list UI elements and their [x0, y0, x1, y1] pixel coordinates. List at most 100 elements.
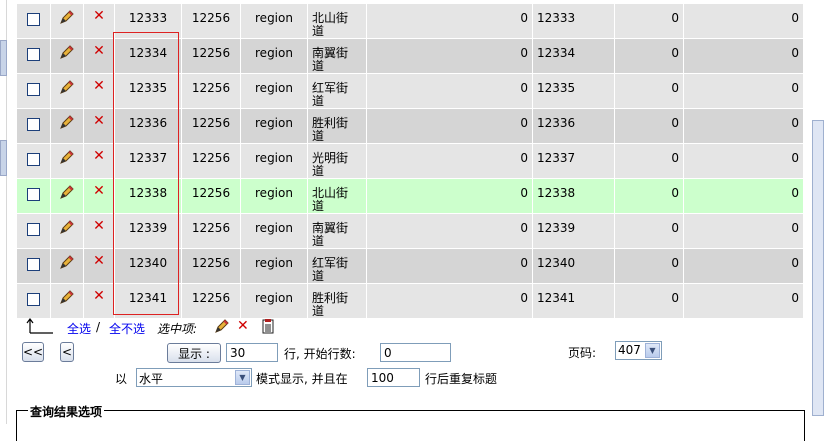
scrollbar-thumb[interactable]: [812, 120, 824, 416]
chevron-down-icon: ▼: [645, 343, 660, 358]
delete-cell: ✕: [83, 38, 115, 74]
edit-pencil-icon[interactable]: [59, 219, 75, 238]
show-button[interactable]: 显示 :: [167, 343, 221, 363]
row-checkbox[interactable]: [27, 188, 40, 201]
left-frame-tab[interactable]: [0, 40, 7, 76]
value-cell: 0: [614, 283, 684, 319]
row-checkbox-cell: [16, 108, 51, 144]
row-checkbox[interactable]: [27, 153, 40, 166]
row-checkbox[interactable]: [27, 258, 40, 271]
code-cell: 12335: [532, 73, 615, 109]
type-cell: region: [240, 38, 308, 74]
delete-icon[interactable]: ✕: [93, 218, 105, 234]
row-checkbox[interactable]: [27, 48, 40, 61]
parent-id-cell: 12256: [181, 248, 241, 284]
value-cell: 0: [683, 38, 804, 74]
name-text: 北山街道: [312, 186, 349, 213]
id-cell: 12333: [114, 3, 182, 39]
page-select-value: 407: [618, 343, 641, 357]
display-mode-value: 水平: [139, 372, 164, 386]
table-row: ✕ 12335 12256 region 红军街道 0 12335 0 0: [16, 73, 804, 109]
delete-icon[interactable]: ✕: [93, 148, 105, 164]
name-text: 南翼街道: [312, 221, 349, 248]
name-text: 胜利街道: [312, 291, 349, 318]
with-selected-label: 选中项:: [157, 322, 198, 336]
id-cell: 12341: [114, 283, 182, 319]
delete-icon[interactable]: ✕: [93, 78, 105, 94]
selection-separator: /: [96, 320, 101, 334]
edit-pencil-icon[interactable]: [59, 254, 75, 273]
row-checkbox[interactable]: [27, 83, 40, 96]
value-cell: 0: [683, 143, 804, 179]
edit-pencil-icon[interactable]: [59, 44, 75, 63]
repeat-header-input[interactable]: [367, 368, 420, 387]
value-cell: 0: [366, 108, 533, 144]
table-row: ✕ 12338 12256 region 北山街道 0 12338 0 0: [16, 178, 804, 214]
scrollbar-track[interactable]: [810, 0, 824, 424]
check-all-link[interactable]: 全选: [67, 320, 91, 337]
id-cell: 12340: [114, 248, 182, 284]
edit-pencil-icon[interactable]: [59, 184, 75, 203]
code-cell: 12341: [532, 283, 615, 319]
edit-pencil-icon[interactable]: [59, 9, 75, 28]
start-row-input[interactable]: [380, 343, 451, 362]
edit-cell: [50, 248, 84, 284]
row-checkbox-cell: [16, 3, 51, 39]
id-cell: 12337: [114, 143, 182, 179]
type-cell: region: [240, 178, 308, 214]
edit-pencil-icon[interactable]: [59, 114, 75, 133]
delete-icon[interactable]: ✕: [93, 183, 105, 199]
chevron-down-icon: ▼: [235, 370, 250, 385]
row-checkbox[interactable]: [27, 223, 40, 236]
export-selected-icon[interactable]: [260, 318, 276, 337]
code-cell: 12338: [532, 178, 615, 214]
value-cell: 0: [614, 178, 684, 214]
delete-icon[interactable]: ✕: [93, 8, 105, 24]
id-cell: 12338: [114, 178, 182, 214]
delete-cell: ✕: [83, 73, 115, 109]
delete-icon[interactable]: ✕: [93, 253, 105, 269]
code-cell: 12340: [532, 248, 615, 284]
rows-per-page-input[interactable]: [226, 343, 278, 362]
name-cell: 光明街道: [307, 143, 367, 179]
parent-id-cell: 12256: [181, 3, 241, 39]
value-cell: 0: [366, 3, 533, 39]
row-checkbox[interactable]: [27, 13, 40, 26]
edit-selected-icon[interactable]: [214, 318, 230, 337]
uncheck-all-link[interactable]: 全不选: [109, 320, 145, 337]
edit-cell: [50, 213, 84, 249]
edit-pencil-icon[interactable]: [59, 289, 75, 308]
row-checkbox-cell: [16, 283, 51, 319]
value-cell: 0: [614, 38, 684, 74]
delete-icon[interactable]: ✕: [93, 113, 105, 129]
display-mode-select[interactable]: 水平 ▼: [136, 368, 252, 387]
edit-pencil-icon[interactable]: [59, 79, 75, 98]
name-cell: 南翼街道: [307, 213, 367, 249]
rows-label: 行, 开始行数:: [284, 347, 356, 361]
delete-icon[interactable]: ✕: [93, 288, 105, 304]
page-select[interactable]: 407 ▼: [615, 341, 662, 360]
code-cell: 12334: [532, 38, 615, 74]
row-checkbox-cell: [16, 38, 51, 74]
edit-pencil-icon[interactable]: [59, 149, 75, 168]
value-cell: 0: [614, 3, 684, 39]
delete-selected-icon[interactable]: ✕: [237, 319, 249, 333]
row-checkbox[interactable]: [27, 293, 40, 306]
row-checkbox[interactable]: [27, 118, 40, 131]
delete-icon[interactable]: ✕: [93, 43, 105, 59]
table-row: ✕ 12336 12256 region 胜利街道 0 12336 0 0: [16, 108, 804, 144]
mode-label: 模式显示, 并且在: [256, 372, 348, 386]
prev-page-button[interactable]: <: [60, 342, 74, 362]
first-page-button[interactable]: <<: [22, 342, 44, 362]
query-options-fieldset: [16, 410, 805, 441]
repeat-header-label: 行后重复标题: [425, 372, 498, 386]
name-text: 胜利街道: [312, 116, 349, 143]
table-row: ✕ 12339 12256 region 南翼街道 0 12339 0 0: [16, 213, 804, 249]
left-frame-tab[interactable]: [0, 140, 7, 176]
row-checkbox-cell: [16, 248, 51, 284]
delete-cell: ✕: [83, 248, 115, 284]
name-text: 光明街道: [312, 151, 349, 178]
value-cell: 0: [366, 143, 533, 179]
value-cell: 0: [366, 73, 533, 109]
table-row: ✕ 12337 12256 region 光明街道 0 12337 0 0: [16, 143, 804, 179]
